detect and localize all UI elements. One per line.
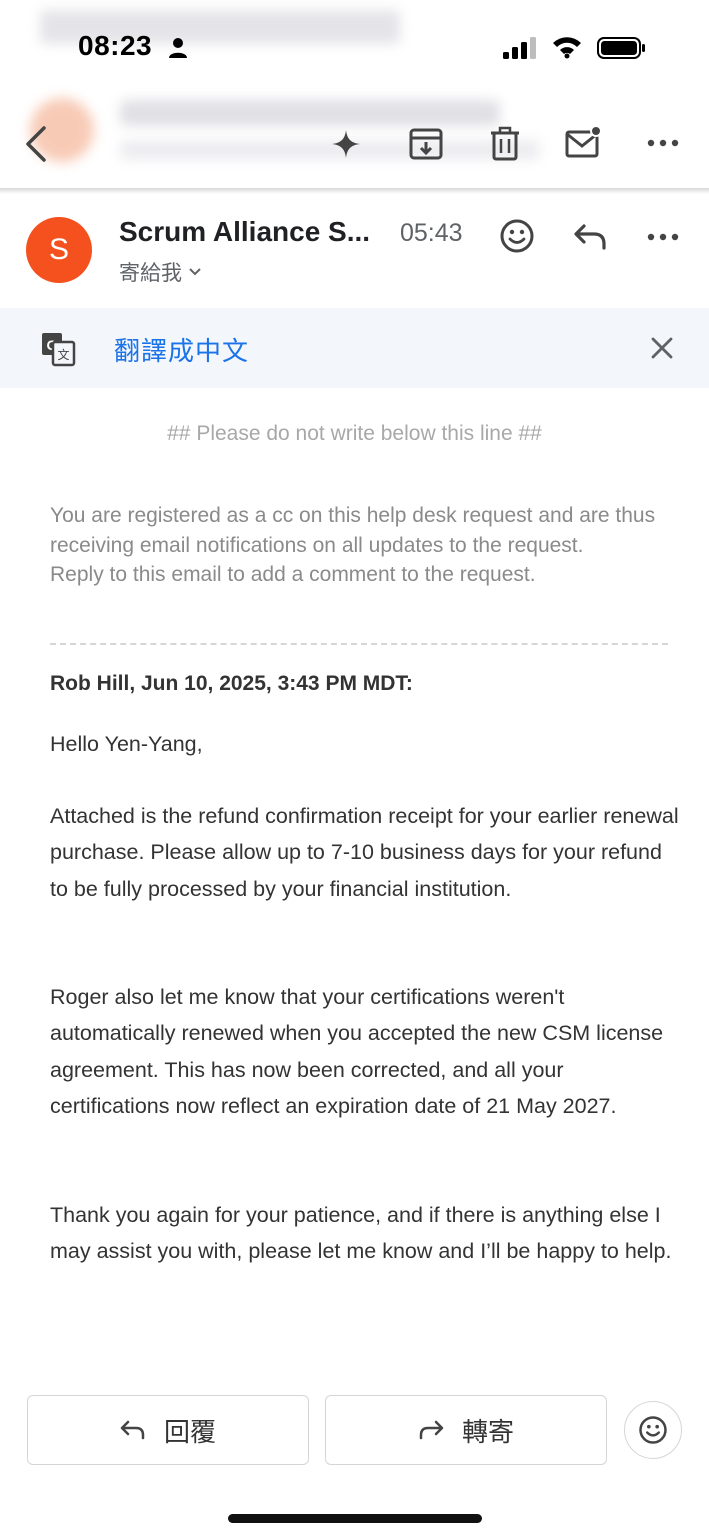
- recipient-details-toggle[interactable]: 寄給我: [119, 257, 202, 287]
- back-icon[interactable]: [22, 124, 52, 164]
- body-paragraph-3: Thank you again for your patience, and i…: [50, 1197, 680, 1270]
- close-icon[interactable]: [650, 336, 674, 360]
- svg-text:文: 文: [57, 347, 69, 362]
- comment-author-line: Rob Hill, Jun 10, 2025, 3:43 PM MDT:: [50, 672, 413, 695]
- archive-icon[interactable]: [408, 126, 444, 162]
- body-paragraph: Hello Yen-Yang,: [50, 732, 203, 756]
- emoji-icon: [639, 1416, 667, 1444]
- wifi-icon: [553, 37, 581, 59]
- blurred-background-text: [120, 100, 500, 126]
- body-paragraph-2: Roger also let me know that your certifi…: [50, 979, 680, 1124]
- add-reaction-icon[interactable]: [499, 218, 535, 254]
- top-header: 08:23: [0, 0, 709, 190]
- sender-name[interactable]: Scrum Alliance S...: [119, 216, 370, 248]
- forward-button[interactable]: 轉寄: [325, 1395, 607, 1465]
- dashed-divider: [50, 643, 668, 645]
- greeting: Hello Yen-Yang,: [50, 726, 680, 762]
- person-icon: [169, 38, 187, 58]
- reply-button[interactable]: 回覆: [27, 1395, 309, 1465]
- header-divider: [0, 188, 709, 194]
- forward-icon: [419, 1420, 444, 1440]
- sparkle-icon[interactable]: [330, 128, 362, 160]
- reply-marker: ## Please do not write below this line #…: [167, 422, 542, 445]
- reply-icon[interactable]: [572, 222, 608, 252]
- notice-text: Reply to this email to add a comment to …: [50, 563, 536, 586]
- recipient-label: 寄給我: [119, 262, 182, 285]
- reply-button-label: 回覆: [163, 1416, 216, 1447]
- body-paragraph: Roger also let me know that your certifi…: [50, 985, 664, 1118]
- reply-icon: [120, 1420, 145, 1440]
- battery-icon: [597, 37, 645, 59]
- translate-banner: G 文 翻譯成中文: [0, 308, 709, 388]
- message-time: 05:43: [400, 219, 463, 247]
- forward-button-label: 轉寄: [461, 1416, 514, 1447]
- body-paragraph: Thank you again for your patience, and i…: [50, 1203, 672, 1264]
- body-paragraph: Attached is the refund confirmation rece…: [50, 804, 679, 901]
- translate-link[interactable]: 翻譯成中文: [114, 331, 249, 368]
- avatar-letter: S: [48, 233, 69, 266]
- translate-icon: G 文: [42, 333, 76, 367]
- body-paragraph-1: Attached is the refund confirmation rece…: [50, 798, 680, 907]
- more-icon[interactable]: [646, 227, 680, 247]
- home-indicator: [228, 1514, 482, 1523]
- trash-icon[interactable]: [488, 126, 522, 162]
- mark-unread-icon[interactable]: [564, 124, 604, 160]
- chevron-down-icon: [189, 268, 201, 276]
- cc-notice: You are registered as a cc on this help …: [50, 501, 680, 590]
- more-icon[interactable]: [646, 133, 680, 153]
- add-reaction-button[interactable]: [624, 1401, 682, 1459]
- notice-text: You are registered as a cc on this help …: [50, 504, 656, 557]
- cellular-signal-icon: [503, 37, 536, 59]
- status-time: 08:23: [78, 30, 153, 61]
- avatar[interactable]: S: [26, 217, 92, 283]
